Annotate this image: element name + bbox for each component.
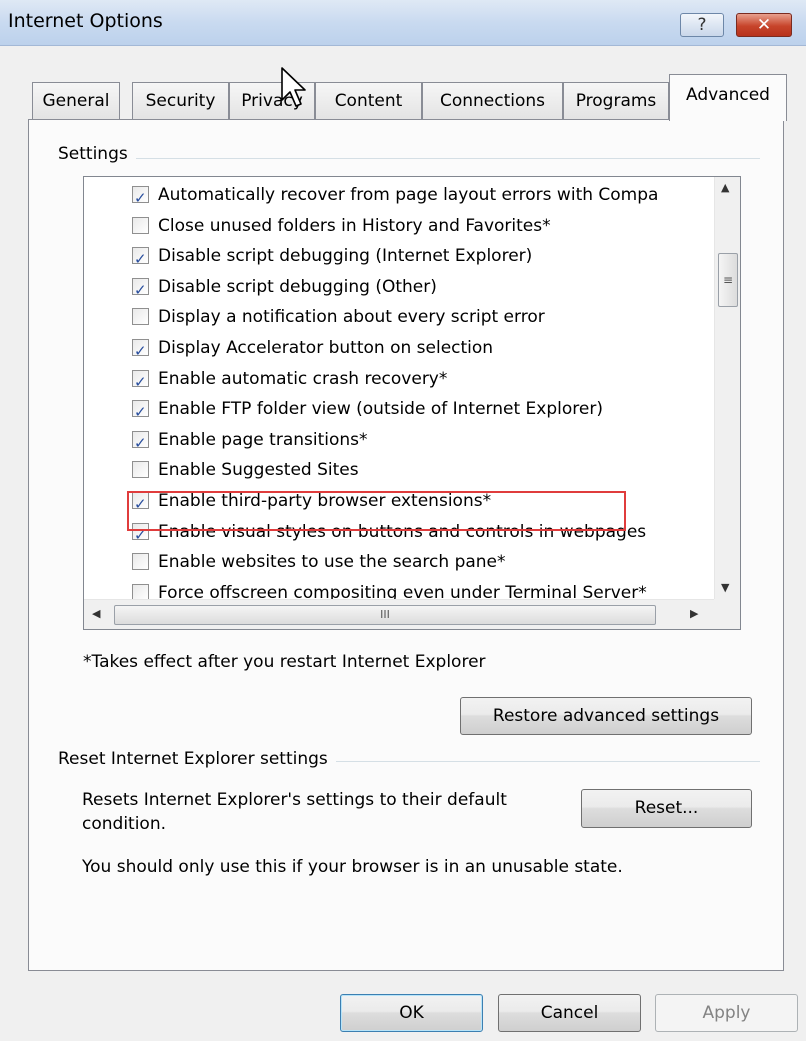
vertical-scroll-thumb[interactable]: ≡ (718, 253, 738, 307)
scroll-up-icon[interactable]: ▲ (721, 181, 729, 194)
setting-checkbox[interactable] (132, 428, 149, 458)
close-icon: ✕ (756, 15, 772, 35)
grip-icon: III (380, 608, 390, 621)
reset-group-title: Reset Internet Explorer settings (58, 749, 336, 769)
setting-checkbox[interactable] (132, 216, 149, 234)
setting-label: Enable websites to use the search pane* (158, 552, 506, 573)
setting-label: Display a notification about every scrip… (158, 307, 545, 328)
setting-checkbox[interactable] (132, 244, 149, 274)
apply-button[interactable]: Apply (655, 994, 798, 1032)
help-button[interactable]: ? (680, 13, 724, 37)
scroll-down-icon[interactable]: ▼ (721, 581, 729, 594)
tab-general[interactable]: General (32, 82, 120, 120)
settings-group-title: Settings (58, 144, 136, 164)
tab-connections[interactable]: Connections (422, 82, 563, 120)
grip-icon: ≡ (722, 273, 734, 287)
reset-warning: You should only use this if your browser… (82, 857, 623, 877)
restore-advanced-settings-button[interactable]: Restore advanced settings (460, 697, 752, 735)
setting-label: Enable third-party browser extensions* (158, 491, 492, 511)
reset-button[interactable]: Reset... (581, 789, 752, 828)
tab-advanced[interactable]: Advanced (669, 74, 787, 121)
tab-programs[interactable]: Programs (563, 82, 669, 120)
setting-checkbox[interactable] (132, 183, 149, 213)
setting-label: Disable script debugging (Internet Explo… (158, 246, 533, 267)
scrollbar-corner (714, 599, 740, 629)
window-title: Internet Options (8, 10, 163, 32)
setting-label: Disable script debugging (Other) (158, 276, 437, 297)
setting-checkbox[interactable] (132, 461, 149, 479)
setting-label: Enable visual styles on buttons and cont… (158, 521, 647, 542)
horizontal-scrollbar[interactable]: ◀ III ▶ (84, 599, 716, 629)
settings-group-line (58, 158, 760, 159)
scroll-right-icon[interactable]: ▶ (690, 607, 698, 620)
setting-label: Display Accelerator button on selection (158, 338, 494, 358)
setting-checkbox[interactable] (132, 397, 149, 427)
title-bar: Internet Options ? ✕ (0, 0, 806, 46)
mouse-cursor-icon (281, 67, 306, 107)
setting-label: Enable automatic crash recovery* (158, 368, 448, 389)
setting-checkbox[interactable] (132, 367, 149, 397)
setting-label: Enable FTP folder view (outside of Inter… (158, 399, 603, 420)
setting-checkbox[interactable] (132, 336, 149, 366)
setting-label: Enable page transitions* (158, 429, 368, 450)
horizontal-scroll-thumb[interactable]: III (114, 605, 656, 625)
setting-checkbox[interactable] (132, 275, 149, 305)
cancel-button[interactable]: Cancel (498, 994, 641, 1032)
close-button[interactable]: ✕ (736, 13, 792, 37)
setting-checkbox[interactable] (132, 553, 149, 571)
reset-description-line1: Resets Internet Explorer's settings to t… (82, 790, 507, 810)
reset-description-line2: condition. (82, 814, 167, 834)
setting-checkbox[interactable] (132, 520, 149, 550)
setting-label: Enable Suggested Sites (158, 460, 359, 481)
help-icon: ? (697, 15, 707, 35)
setting-checkbox[interactable] (132, 489, 149, 519)
tab-content[interactable]: Content (315, 82, 422, 120)
vertical-scrollbar[interactable]: ▲ ≡ ▼ (714, 177, 740, 601)
restart-note: *Takes effect after you restart Internet… (83, 652, 486, 672)
scroll-left-icon[interactable]: ◀ (92, 607, 100, 620)
setting-label: Close unused folders in History and Favo… (158, 215, 551, 236)
ok-button[interactable]: OK (340, 994, 483, 1032)
tab-security[interactable]: Security (132, 82, 229, 120)
setting-checkbox[interactable] (132, 308, 149, 326)
setting-label: Automatically recover from page layout e… (158, 185, 659, 205)
settings-list[interactable]: Automatically recover from page layout e… (83, 176, 741, 630)
